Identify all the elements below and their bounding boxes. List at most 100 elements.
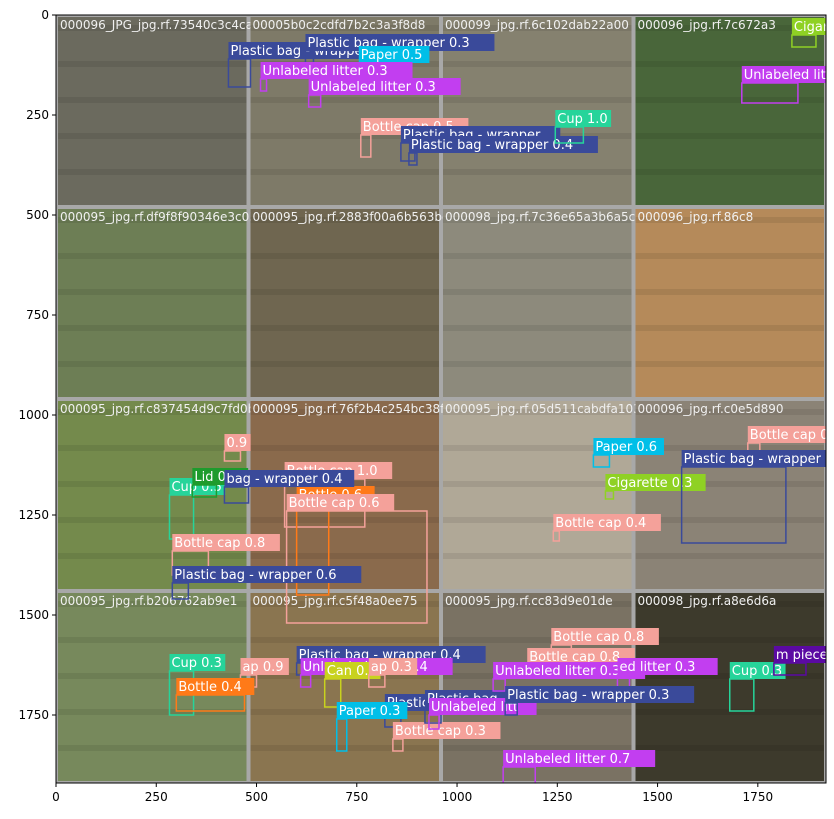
x-tick-label: 750: [345, 790, 368, 804]
tile-texture: [250, 445, 439, 451]
detection-label: Paper 0.6: [595, 440, 657, 455]
tile-texture: [58, 325, 247, 331]
x-tick-label: 1500: [642, 790, 673, 804]
tile-texture: [635, 517, 824, 523]
mosaic-image: 000096_JPG_jpg.rf.73540c3c4ca8300005b0c2…: [56, 15, 834, 783]
tile-texture: [443, 253, 632, 259]
tile-8: 000096_jpg.rf.86c8: [635, 209, 824, 397]
tile-photo: [443, 401, 632, 589]
tile-texture: [58, 61, 247, 67]
tile-texture: [443, 97, 632, 103]
tile-texture: [58, 517, 247, 523]
tile-texture: [250, 745, 439, 751]
tile-11: 000095_jpg.rf.05d511cabdfa103: [443, 401, 641, 589]
tile-texture: [635, 553, 824, 559]
tile-texture: [250, 97, 439, 103]
tile-texture: [635, 169, 824, 175]
tile-4: 000096_jpg.rf.7c672a3: [635, 17, 824, 205]
detection-label: Bottle cap 0.6: [289, 496, 380, 511]
tile-texture: [443, 325, 632, 331]
y-tick-label: 1250: [18, 508, 49, 522]
y-tick-label: 0: [41, 8, 49, 22]
figure: 000096_JPG_jpg.rf.73540c3c4ca8300005b0c2…: [18, 8, 834, 804]
tile-14: 000095_jpg.rf.c5f48a0ee75: [250, 593, 439, 781]
x-tick-label: 1250: [542, 790, 573, 804]
tile-photo: [635, 17, 824, 205]
y-tick-label: 750: [26, 308, 49, 322]
detection-label: Unlabeled litter 0.7: [505, 752, 630, 767]
detection-label: ap 0.9: [242, 660, 283, 675]
tile-texture: [635, 325, 824, 331]
tile-photo: [443, 209, 632, 397]
tile-filename: 00005b0c2cdfd7b2c3a3f8d8: [253, 18, 426, 32]
tile-texture: [250, 325, 439, 331]
tile-filename: 000096_jpg.rf.c0e5d890: [638, 402, 784, 416]
tile-texture: [635, 133, 824, 139]
tile-filename: 000095_jpg.rf.c837454d9c7fd0b: [60, 402, 255, 416]
x-tick-label: 1000: [442, 790, 473, 804]
detection-label: Plastic bag - wrapper: [684, 452, 822, 467]
detection-label: Bottle 0.4: [178, 680, 241, 695]
detection-label: bag - wrapper 0.4: [226, 472, 342, 487]
tile-filename: 000096_jpg.rf.7c672a3: [638, 18, 776, 32]
tile-5: 000095_jpg.rf.df9f8f90346e3c03cf: [58, 209, 269, 397]
tile-filename: 000095_jpg.rf.cc83d9e01de: [445, 594, 613, 608]
tile-filename: 000095_jpg.rf.c5f48a0ee75: [253, 594, 418, 608]
tile-7: 000098_jpg.rf.7c36e65a3b6a5c: [443, 209, 635, 397]
x-tick-label: 250: [145, 790, 168, 804]
detection-label: Unlabeled litter 0.3: [263, 64, 388, 79]
tile-texture: [58, 289, 247, 295]
detection-label: m piece: [776, 648, 828, 663]
tile-filename: 000095_jpg.rf.2883f00a6b563bc4b: [253, 210, 464, 224]
y-tick-label: 1750: [18, 708, 49, 722]
tile-texture: [250, 253, 439, 259]
y-tick-label: 250: [26, 108, 49, 122]
tile-texture: [635, 361, 824, 367]
tile-texture: [250, 637, 439, 643]
tile-texture: [58, 361, 247, 367]
tile-texture: [443, 289, 632, 295]
tile-texture: [58, 97, 247, 103]
detection-label: Cigarette 0.3: [607, 476, 692, 491]
detection-label: ed litter 0.3: [619, 660, 695, 675]
x-tick-label: 1750: [743, 790, 774, 804]
detection-label: Cup 0.3: [171, 656, 221, 671]
tile-texture: [635, 289, 824, 295]
tile-filename: 000096_jpg.rf.86c8: [638, 210, 754, 224]
detection-label: Bottle cap 0.8: [553, 630, 644, 645]
tile-texture: [443, 481, 632, 487]
tile-texture: [58, 553, 247, 559]
tile-texture: [635, 745, 824, 751]
detection-label: Plastic bag - wrapper 0.6: [174, 568, 336, 583]
tile-photo: [635, 209, 824, 397]
tile-texture: [58, 637, 247, 643]
detection-label: Bottle cap 0.5: [750, 428, 834, 443]
tile-filename: 000096_JPG_jpg.rf.73540c3c4ca83: [60, 18, 268, 32]
tile-filename: 000098_jpg.rf.a8e6d6a: [638, 594, 777, 608]
tile-texture: [443, 361, 632, 367]
detection-label: Unlabeled litter 0.3: [495, 664, 620, 679]
tile-photo: [250, 593, 439, 781]
detection-label: Cigarette: [794, 20, 834, 35]
tile-texture: [635, 637, 824, 643]
tile-texture: [58, 133, 247, 139]
tile-texture: [58, 169, 247, 175]
tile-filename: 000095_jpg.rf.b206762ab9e1: [60, 594, 237, 608]
detection-label: ap 0.3: [371, 660, 412, 675]
tile-6: 000095_jpg.rf.2883f00a6b563bc4b: [250, 209, 464, 397]
tile-texture: [58, 709, 247, 715]
tile-filename: 000095_jpg.rf.05d511cabdfa103: [445, 402, 641, 416]
detection-label: Unlabeled litter 0.9: [744, 68, 834, 83]
x-tick-label: 500: [245, 790, 268, 804]
detection-label: Cup 1.0: [557, 112, 607, 127]
detection-label: Paper 0.5: [361, 48, 423, 63]
tile-filename: 000095_jpg.rf.76f2b4c254bc38fdd: [253, 402, 460, 416]
tile-texture: [250, 553, 439, 559]
y-tick-label: 1000: [18, 408, 49, 422]
detection-label: Paper 0.3: [339, 704, 401, 719]
tile-filename: 000095_jpg.rf.df9f8f90346e3c03cf: [60, 210, 269, 224]
y-tick-label: 500: [26, 208, 49, 222]
tile-texture: [443, 553, 632, 559]
detection-label: Plastic bag - wrapper 0.3: [507, 688, 669, 703]
detection-label: Bottle cap 0.3: [395, 724, 486, 739]
